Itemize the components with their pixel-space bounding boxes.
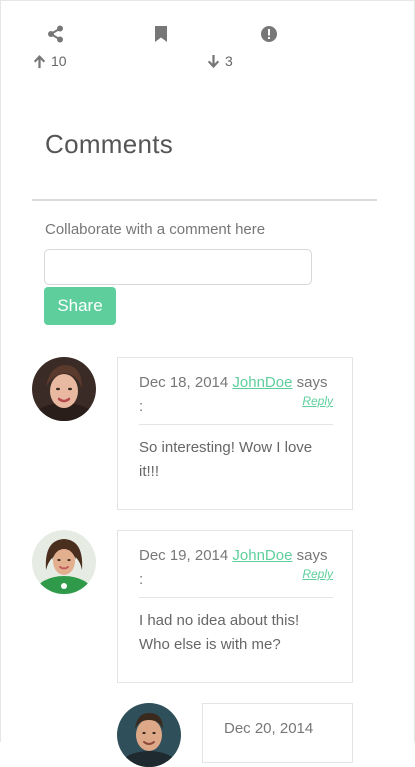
avatar	[32, 530, 96, 594]
arrow-down-icon	[206, 54, 221, 69]
comment-says: says	[296, 374, 328, 391]
comment-colon: :	[139, 398, 144, 415]
avatar	[117, 703, 181, 767]
arrow-up-icon	[32, 54, 47, 69]
comment-meta: Dec 20, 2014	[224, 717, 334, 741]
upvote-count: 10	[51, 53, 67, 69]
comment-date: Dec 19, 2014	[139, 547, 229, 564]
comment-date: Dec 20, 2014	[224, 720, 314, 737]
comment-card: Dec 18, 2014 JohnDoe says : Reply So int…	[117, 357, 353, 510]
comment-colon: :	[139, 571, 144, 588]
reply-link[interactable]: Reply	[302, 394, 333, 408]
exclamation-icon[interactable]	[259, 24, 279, 44]
comment-date: Dec 18, 2014	[139, 374, 229, 391]
comment-divider	[139, 597, 333, 598]
comment-author-link[interactable]: JohnDoe	[232, 547, 292, 564]
share-button[interactable]: Share	[44, 287, 116, 325]
content-frame: 10 3 Comments Collaborate with a comment…	[0, 0, 415, 767]
downvote-button[interactable]: 3	[206, 53, 233, 69]
divider	[32, 199, 377, 201]
bookmark-icon[interactable]	[151, 24, 171, 44]
comment-text: I had no idea about this! Who else is wi…	[139, 612, 300, 653]
comment-says: says	[296, 547, 328, 564]
share-icon[interactable]	[46, 24, 66, 44]
comment-input[interactable]	[44, 249, 312, 285]
upvote-button[interactable]: 10	[32, 53, 67, 69]
comment-divider	[139, 424, 333, 425]
comment-text: So interesting! Wow I love it!!!	[139, 439, 313, 480]
comments-title: Comments	[45, 129, 174, 159]
comment-author-link[interactable]: JohnDoe	[232, 374, 292, 391]
reply-link[interactable]: Reply	[302, 567, 333, 581]
avatar	[32, 357, 96, 421]
comment-card: Dec 20, 2014	[202, 703, 353, 763]
comment-card: Dec 19, 2014 JohnDoe says : Reply I had …	[117, 530, 353, 683]
comment-prompt: Collaborate with a comment here	[45, 221, 266, 238]
downvote-count: 3	[225, 53, 233, 69]
